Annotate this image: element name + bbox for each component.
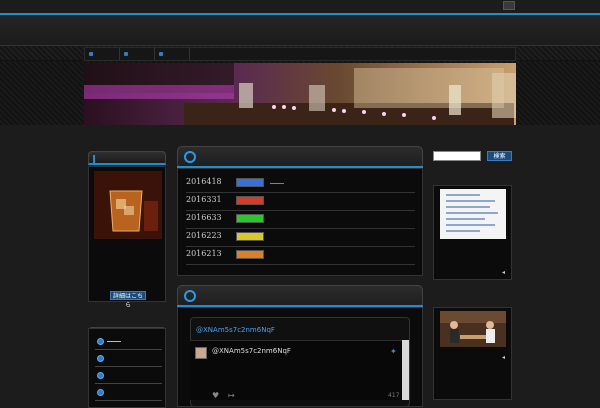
nav-arrow-icon [159, 52, 163, 56]
timeline-handle[interactable]: @XNAm5s7c2nm6NqF [196, 326, 275, 334]
table-row[interactable]: 2016633 [186, 210, 415, 229]
more-arrow-icon[interactable]: ◂ [502, 354, 505, 361]
right-photo-widget: ◂ [433, 307, 512, 400]
row-date: 2016331 [186, 195, 222, 204]
bullet-icon [97, 372, 104, 379]
bullet-icon [97, 389, 104, 396]
row-date: 2016213 [186, 249, 222, 258]
image-detail-button[interactable]: 詳細はこちら [110, 291, 146, 309]
nav-item-2[interactable] [120, 48, 155, 60]
title-accent [93, 155, 95, 163]
whisky-glass-image [94, 171, 162, 239]
color-swatch [236, 196, 264, 205]
restaurant-photo[interactable] [440, 311, 506, 347]
list-item-label [107, 341, 121, 342]
table-row[interactable]: 2016213 [186, 246, 415, 265]
color-swatch [236, 214, 264, 223]
hero-image [84, 63, 516, 125]
color-swatch [236, 178, 264, 187]
left-image-widget: 詳細はこちら [88, 166, 166, 309]
nav-item-1[interactable] [85, 48, 120, 60]
table-row[interactable]: 2016223 [186, 228, 415, 247]
like-icon[interactable]: ♥ [212, 391, 219, 400]
search-input[interactable] [433, 151, 481, 161]
center-rows-panel: 2016418 2016331 2016633 2016223 2016213 [177, 168, 423, 276]
nav-arrow-icon [124, 52, 128, 56]
circle-icon [184, 151, 196, 163]
main-nav [84, 47, 516, 61]
list-item[interactable] [95, 352, 162, 367]
table-row[interactable]: 2016418 [186, 174, 415, 193]
more-arrow-icon[interactable]: ◂ [502, 269, 505, 276]
circle-icon [184, 290, 196, 302]
twitter-bird-icon: ✦ [390, 347, 397, 356]
header-corner-button[interactable] [503, 1, 515, 10]
list-item[interactable] [95, 369, 162, 384]
share-icon[interactable]: ↦ [228, 391, 235, 400]
nav-arrow-icon [89, 52, 93, 56]
row-date: 2016633 [186, 213, 222, 222]
bullet-icon [97, 355, 104, 362]
left-menu-widget [88, 328, 166, 408]
search-button[interactable]: 検索 [487, 151, 512, 161]
nav-item-3[interactable] [155, 48, 190, 60]
center-widget-header-2 [177, 285, 423, 307]
document-thumbnail[interactable] [440, 189, 506, 239]
table-row[interactable]: 2016331 [186, 192, 415, 211]
row-link-line [270, 183, 284, 184]
list-item[interactable] [95, 386, 162, 401]
right-document-widget: ◂ [433, 185, 512, 280]
tweet-item[interactable]: @XNAm5s7c2nm6NqF ✦ ♥ ↦ 417 [190, 340, 402, 400]
header-band [0, 15, 600, 45]
row-date: 2016223 [186, 231, 222, 240]
left-widget-title [88, 151, 166, 165]
tweet-handle[interactable]: @XNAm5s7c2nm6NqF [212, 347, 291, 355]
row-date: 2016418 [186, 177, 222, 186]
list-item[interactable] [95, 335, 162, 350]
avatar[interactable] [195, 347, 207, 359]
timeline-scrollbar[interactable] [402, 340, 409, 400]
color-swatch [236, 232, 264, 241]
color-swatch [236, 250, 264, 259]
bullet-icon [97, 338, 104, 345]
center-widget-header [177, 146, 423, 168]
tweet-count: 417 [388, 392, 400, 399]
